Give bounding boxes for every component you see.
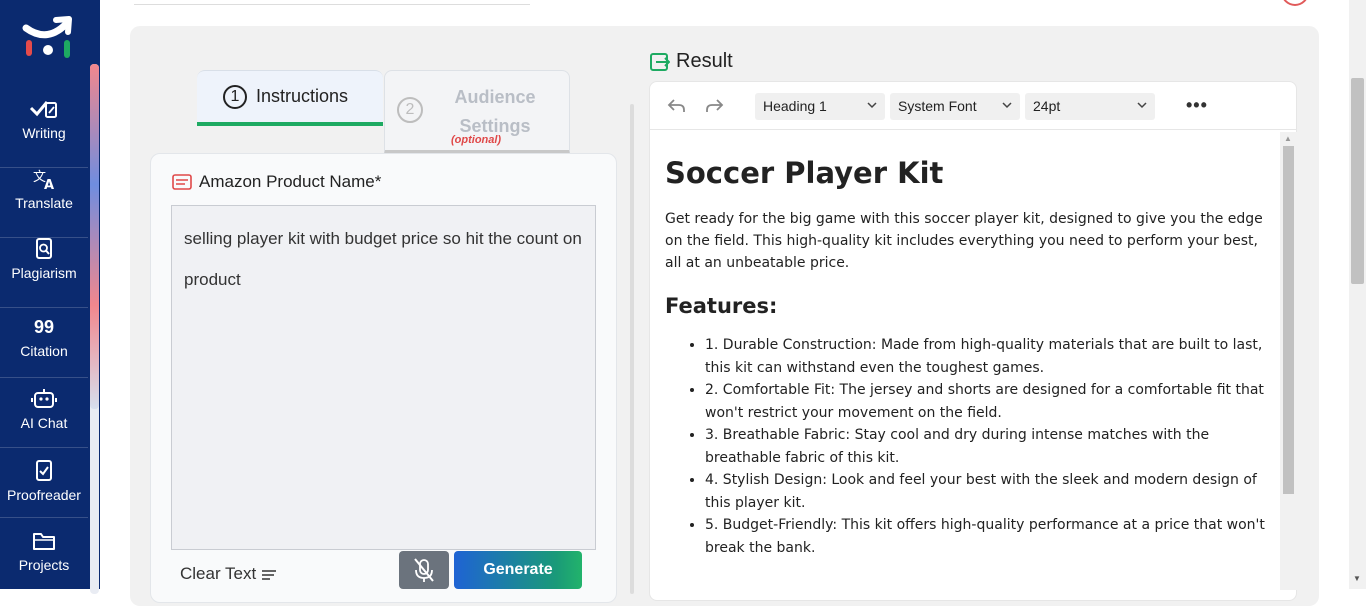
svg-text:A: A — [44, 178, 54, 190]
top-status-ring — [1281, 0, 1309, 6]
product-name-input[interactable]: selling player kit with budget price so … — [171, 205, 596, 550]
sidebar-item-label: Projects — [18, 557, 70, 573]
result-heading: Soccer Player Kit — [665, 156, 944, 190]
folder-icon — [33, 533, 55, 550]
editor-scrollbar[interactable]: ▲ — [1280, 132, 1297, 590]
sidebar-item-label: Citation — [20, 343, 68, 359]
font-family-select[interactable]: System Font — [890, 93, 1020, 120]
list-item: 3. Breathable Fabric: Stay cool and dry … — [705, 424, 1265, 469]
app-logo[interactable] — [22, 14, 74, 62]
tab-audience-settings[interactable]: 2 Audience Settings (optional) — [384, 70, 570, 154]
sidebar-item-translate[interactable]: 文 A Translate — [0, 168, 88, 238]
sidebar-item-label: Writing — [22, 125, 66, 141]
more-options-button[interactable]: ••• — [1186, 96, 1208, 114]
font-size-value: 24pt — [1033, 98, 1061, 114]
scroll-down-arrow-icon[interactable]: ▼ — [1353, 574, 1361, 583]
plagiarism-icon — [36, 238, 52, 259]
scroll-up-arrow-icon[interactable]: ▲ — [1284, 134, 1292, 143]
sidebar: Writing 文 A Translate Plagiarism 99 Cita… — [0, 0, 100, 594]
tab-label: Instructions — [256, 86, 349, 106]
optional-note: (optional) — [451, 134, 502, 146]
sidebar-scrollbar[interactable] — [90, 64, 99, 594]
text-field-icon — [172, 174, 192, 190]
clear-text-button[interactable]: Clear Text — [180, 564, 278, 584]
result-intro: Get ready for the big game with this soc… — [665, 211, 1263, 271]
chevron-down-icon — [1137, 102, 1147, 109]
sidebar-item-label: Translate — [15, 195, 73, 211]
translate-icon: 文 A — [33, 170, 54, 190]
features-list: 1. Durable Construction: Made from high-… — [665, 334, 1265, 559]
sidebar-item-citation[interactable]: 99 Citation — [0, 308, 88, 378]
font-size-select[interactable]: 24pt — [1025, 93, 1155, 120]
result-content[interactable]: Soccer Player Kit Get ready for the big … — [665, 148, 1265, 559]
sidebar-scrollbar-thumb[interactable] — [90, 64, 99, 409]
field-label: Amazon Product Name* — [172, 172, 381, 192]
step-number: 2 — [397, 97, 423, 123]
block-format-select[interactable]: Heading 1 — [755, 93, 885, 120]
sidebar-item-projects[interactable]: Projects — [0, 518, 88, 588]
chevron-down-icon — [1002, 102, 1012, 109]
sidebar-item-proofreader[interactable]: Proofreader — [0, 448, 88, 518]
step-number: 1 — [223, 85, 247, 109]
tab-instructions[interactable]: 1 Instructions — [197, 70, 383, 126]
sidebar-item-plagiarism[interactable]: Plagiarism — [0, 238, 88, 308]
sidebar-item-label: Proofreader — [7, 487, 81, 503]
features-heading: Features: — [665, 294, 778, 318]
clear-lines-icon — [262, 570, 277, 580]
page-scrollbar-thumb[interactable] — [1351, 78, 1364, 284]
panel-divider[interactable] — [630, 104, 634, 594]
clear-text-label: Clear Text — [180, 564, 257, 583]
result-header: Result — [650, 50, 733, 73]
page-scrollbar[interactable]: ▼ — [1349, 0, 1366, 589]
field-label-text: Amazon Product Name* — [199, 172, 382, 191]
result-title: Result — [676, 50, 733, 72]
sidebar-item-ai-chat[interactable]: AI Chat — [0, 378, 88, 448]
sidebar-item-label: Plagiarism — [11, 265, 77, 281]
top-divider — [134, 4, 530, 5]
list-item: 1. Durable Construction: Made from high-… — [705, 334, 1265, 379]
microphone-button[interactable] — [399, 551, 449, 589]
sidebar-item-label: AI Chat — [20, 415, 68, 431]
export-icon — [650, 52, 670, 71]
ai-chat-icon — [31, 389, 57, 408]
redo-icon[interactable] — [704, 96, 724, 116]
writing-icon — [29, 101, 57, 118]
generate-button[interactable]: Generate — [454, 551, 582, 589]
list-item: 2. Comfortable Fit: The jersey and short… — [705, 379, 1265, 424]
proofreader-icon — [36, 460, 52, 481]
citation-icon: 99 — [33, 317, 55, 337]
font-family-value: System Font — [898, 98, 977, 114]
chevron-down-icon — [867, 102, 877, 109]
block-format-value: Heading 1 — [763, 98, 827, 114]
editor-scrollbar-thumb[interactable] — [1283, 146, 1294, 494]
sidebar-item-writing[interactable]: Writing — [0, 98, 88, 168]
mic-off-icon — [414, 558, 434, 582]
list-item: 4. Stylish Design: Look and feel your be… — [705, 469, 1265, 514]
tab-label: Audience Settings — [454, 87, 536, 136]
undo-icon[interactable] — [667, 96, 687, 116]
list-item: 5. Budget-Friendly: This kit offers high… — [705, 514, 1265, 559]
